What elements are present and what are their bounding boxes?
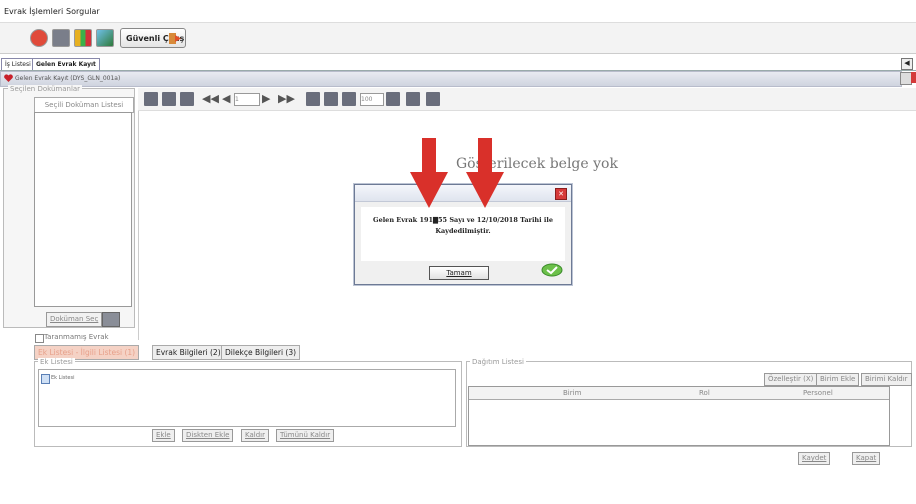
dialog-body: Gelen Evrak 191▇55 Sayı ve 12/10/2018 Ta…	[361, 207, 565, 261]
menu-sorgular[interactable]: Sorgular	[66, 7, 100, 16]
remove-unit-button[interactable]: Birimi Kaldır	[861, 373, 912, 386]
close-button[interactable]: Kapat	[852, 452, 881, 465]
viewer-toolbar: ◀◀ ◀ 1 ▶ ▶▶ 100	[138, 88, 916, 111]
dialog-message-line2: Kaydedilmiştir.	[435, 227, 491, 235]
dialog-message: Gelen Evrak 191▇55 Sayı ve 12/10/2018 Ta…	[371, 215, 555, 237]
arrow-left-icon	[410, 138, 448, 208]
save-icon[interactable]	[144, 92, 158, 106]
add-unit-button[interactable]: Birim Ekle	[816, 373, 860, 386]
remove-button[interactable]: Kaldır	[241, 429, 269, 442]
users-icon[interactable]	[96, 29, 114, 47]
select-document-button[interactable]: Doküman Seç	[46, 312, 103, 327]
exit-icon	[169, 33, 181, 44]
colors-icon[interactable]	[74, 29, 92, 47]
dialog-close-icon[interactable]: ✕	[555, 188, 567, 200]
unscanned-checkbox[interactable]	[35, 334, 44, 343]
add-button[interactable]: Ekle	[152, 429, 175, 442]
document-icon	[41, 374, 50, 384]
column-rol[interactable]: Rol	[699, 389, 710, 397]
window-title: Gelen Evrak Kayıt (DYS_GLN_001a)	[15, 75, 121, 82]
next-page-icon[interactable]: ▶	[262, 92, 276, 106]
bottom-tab-strip: Ek Listesi - İlgili Listesi (1) Evrak Bi…	[34, 345, 916, 360]
refresh-icon[interactable]	[306, 92, 320, 106]
dialog-message-line1: Gelen Evrak 191▇55 Sayı ve 12/10/2018 Ta…	[373, 216, 553, 224]
fit-page-icon[interactable]	[324, 92, 338, 106]
save-button[interactable]: Kaydet	[798, 452, 831, 465]
stamp-icon[interactable]	[386, 92, 400, 106]
selected-documents-legend: Seçilen Dokümanlar	[8, 85, 83, 93]
settings-icon[interactable]	[342, 92, 356, 106]
list-icon[interactable]	[52, 29, 70, 47]
column-personel[interactable]: Personel	[803, 389, 833, 397]
menu-bar: Evrak İşlemleri Sorgular	[0, 0, 916, 20]
last-page-icon[interactable]: ▶▶	[278, 92, 295, 106]
copy-icon[interactable]	[180, 92, 194, 106]
column-birim[interactable]: Birim	[563, 389, 581, 397]
menu-evrak-islemleri[interactable]: Evrak İşlemleri	[4, 7, 63, 16]
customize-button[interactable]: Özelleştir (X)	[764, 373, 818, 386]
annotation-arrows	[410, 138, 504, 208]
tab-is-listesi[interactable]: İş Listesi	[1, 58, 35, 70]
edit-icon[interactable]	[406, 92, 420, 106]
distribution-table[interactable]: Birim Rol Personel	[468, 386, 890, 446]
doc-list-header: Seçili Doküman Listesi	[34, 97, 134, 113]
distribution-legend: Dağıtım Listesi	[470, 358, 526, 366]
tab-evrak-bilgileri[interactable]: Evrak Bilgileri (2)	[152, 345, 225, 360]
add-from-disk-button[interactable]: Diskten Ekle	[182, 429, 234, 442]
table-header: Birim Rol Personel	[469, 387, 889, 400]
main-toolbar: Güvenli Çıkış	[0, 22, 916, 54]
ok-button[interactable]: Tamam	[429, 266, 489, 280]
remove-all-button[interactable]: Tümünü Kaldır	[276, 429, 335, 442]
close-window-icon[interactable]	[911, 72, 916, 83]
logout-button[interactable]: Güvenli Çıkış	[120, 28, 186, 48]
scroll-tabs-icon[interactable]: ◀	[901, 58, 913, 70]
attachment-list[interactable]: Ek Listesi	[38, 369, 456, 427]
check-icon	[541, 263, 563, 277]
doc-list[interactable]	[34, 112, 132, 307]
window-titlebar: Gelen Evrak Kayıt (DYS_GLN_001a)	[0, 71, 902, 87]
zoom-input[interactable]: 100	[360, 93, 384, 106]
scanner-icon[interactable]	[102, 312, 120, 327]
tab-dilekce-bilgileri[interactable]: Dilekçe Bilgileri (3)	[221, 345, 301, 360]
unscanned-label: Taranmamış Evrak	[44, 333, 109, 341]
stop-icon[interactable]	[30, 29, 48, 47]
attachment-item[interactable]: Ek Listesi	[51, 375, 74, 381]
heart-icon	[4, 74, 13, 82]
tab-gelen-evrak-kayit[interactable]: Gelen Evrak Kayıt	[32, 58, 100, 70]
attachment-legend: Ek Listesi	[38, 358, 75, 366]
arrow-right-icon	[466, 138, 504, 208]
first-page-icon[interactable]: ◀◀	[202, 92, 219, 106]
person-icon[interactable]	[426, 92, 440, 106]
print-icon[interactable]	[162, 92, 176, 106]
page-input[interactable]: 1	[234, 93, 260, 106]
tab-strip: İş Listesi Gelen Evrak Kayıt ◀	[0, 56, 916, 71]
